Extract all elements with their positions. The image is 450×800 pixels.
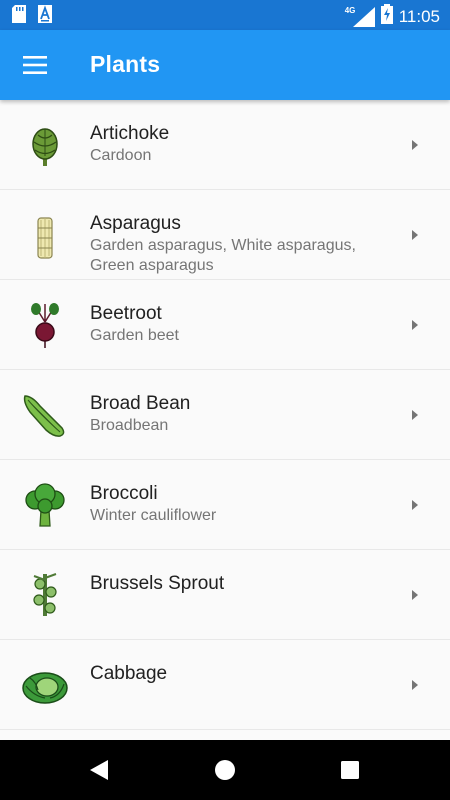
list-item[interactable]: Brussels Sprout (0, 550, 450, 640)
plant-name: Asparagus (90, 213, 181, 234)
a-notification-icon (38, 5, 52, 28)
plant-name: Broccoli (90, 483, 158, 504)
asparagus-icon (20, 210, 70, 260)
arrow-right-icon (412, 230, 418, 240)
list-item[interactable]: Asparagus Garden asparagus, White aspara… (0, 190, 450, 280)
arrow-right-icon (412, 320, 418, 330)
list-item[interactable]: Artichoke Cardoon (0, 100, 450, 190)
beetroot-icon (20, 300, 70, 350)
network-type: 4G (344, 5, 356, 15)
plant-name: Broad Bean (90, 393, 191, 414)
plant-subtitle: Cardoon (90, 147, 152, 164)
plant-name: Brussels Sprout (90, 573, 225, 594)
hamburger-menu-icon[interactable] (18, 48, 52, 82)
plant-name: Cabbage (90, 663, 168, 684)
arrow-right-icon (412, 410, 418, 420)
app-bar: Plants (0, 30, 450, 100)
broad-bean-icon (20, 390, 70, 440)
back-icon[interactable] (88, 758, 112, 782)
plant-list: Artichoke Cardoon Asparagus Garden aspar… (0, 100, 450, 740)
sd-card-icon (12, 5, 26, 28)
arrow-right-icon (412, 590, 418, 600)
plant-subtitle: Garden asparagus, White asparagus, Green… (90, 237, 356, 274)
arrow-right-icon (412, 680, 418, 690)
page-title: Plants (90, 51, 161, 77)
signal-icon: 4G (345, 6, 375, 27)
plant-name: Beetroot (90, 303, 162, 324)
arrow-right-icon (412, 140, 418, 150)
list-item[interactable]: Cabbage (0, 640, 450, 730)
recents-icon[interactable] (338, 758, 362, 782)
plant-name: Artichoke (90, 123, 170, 144)
broccoli-icon (20, 480, 70, 530)
list-item[interactable]: Beetroot Garden beet (0, 280, 450, 370)
plant-subtitle: Broadbean (90, 417, 169, 434)
system-nav-bar (0, 740, 450, 800)
plant-subtitle: Winter cauliflower (90, 507, 217, 524)
clock: 11:05 (398, 6, 440, 26)
list-item[interactable]: Broad Bean Broadbean (0, 370, 450, 460)
arrow-right-icon (412, 500, 418, 510)
home-icon[interactable] (213, 758, 237, 782)
status-bar: 4G 11:05 (0, 0, 450, 30)
battery-charging-icon (380, 4, 393, 29)
list-item[interactable]: Broccoli Winter cauliflower (0, 460, 450, 550)
plant-subtitle: Garden beet (90, 327, 179, 344)
artichoke-icon (20, 120, 70, 170)
cabbage-icon (20, 660, 70, 710)
brussels-sprout-icon (20, 570, 70, 620)
